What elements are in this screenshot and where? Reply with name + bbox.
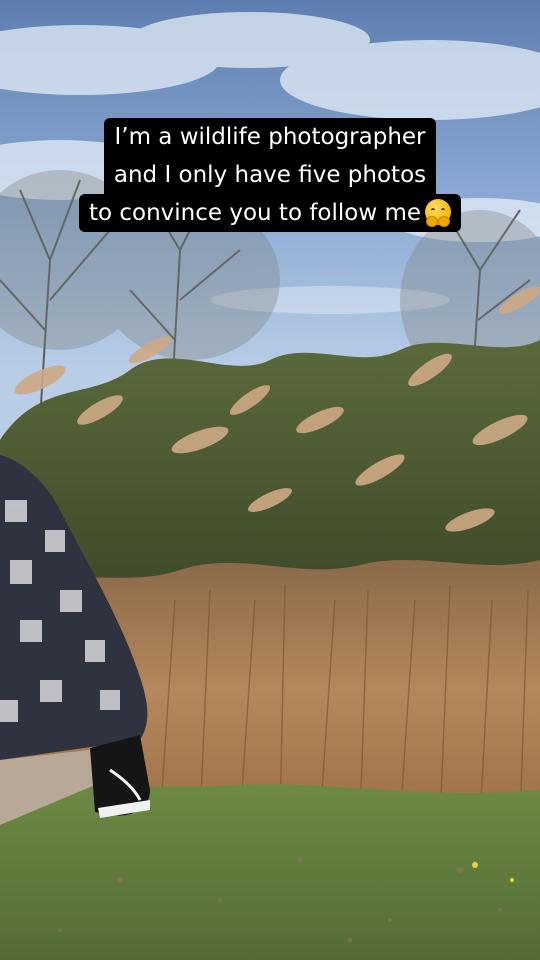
caption-line-3: to convince you to follow me xyxy=(78,194,462,232)
caption-line-1: I’m a wildlife photographer xyxy=(104,118,436,156)
photo-frame: I’m a wildlife photographer and I only h… xyxy=(0,0,540,960)
caption-overlay: I’m a wildlife photographer and I only h… xyxy=(0,118,540,232)
hugging-face-emoji-icon xyxy=(425,199,452,227)
caption-line-2: and I only have five photos xyxy=(103,156,437,194)
caption-line-3-text: to convince you to follow me xyxy=(88,200,422,226)
